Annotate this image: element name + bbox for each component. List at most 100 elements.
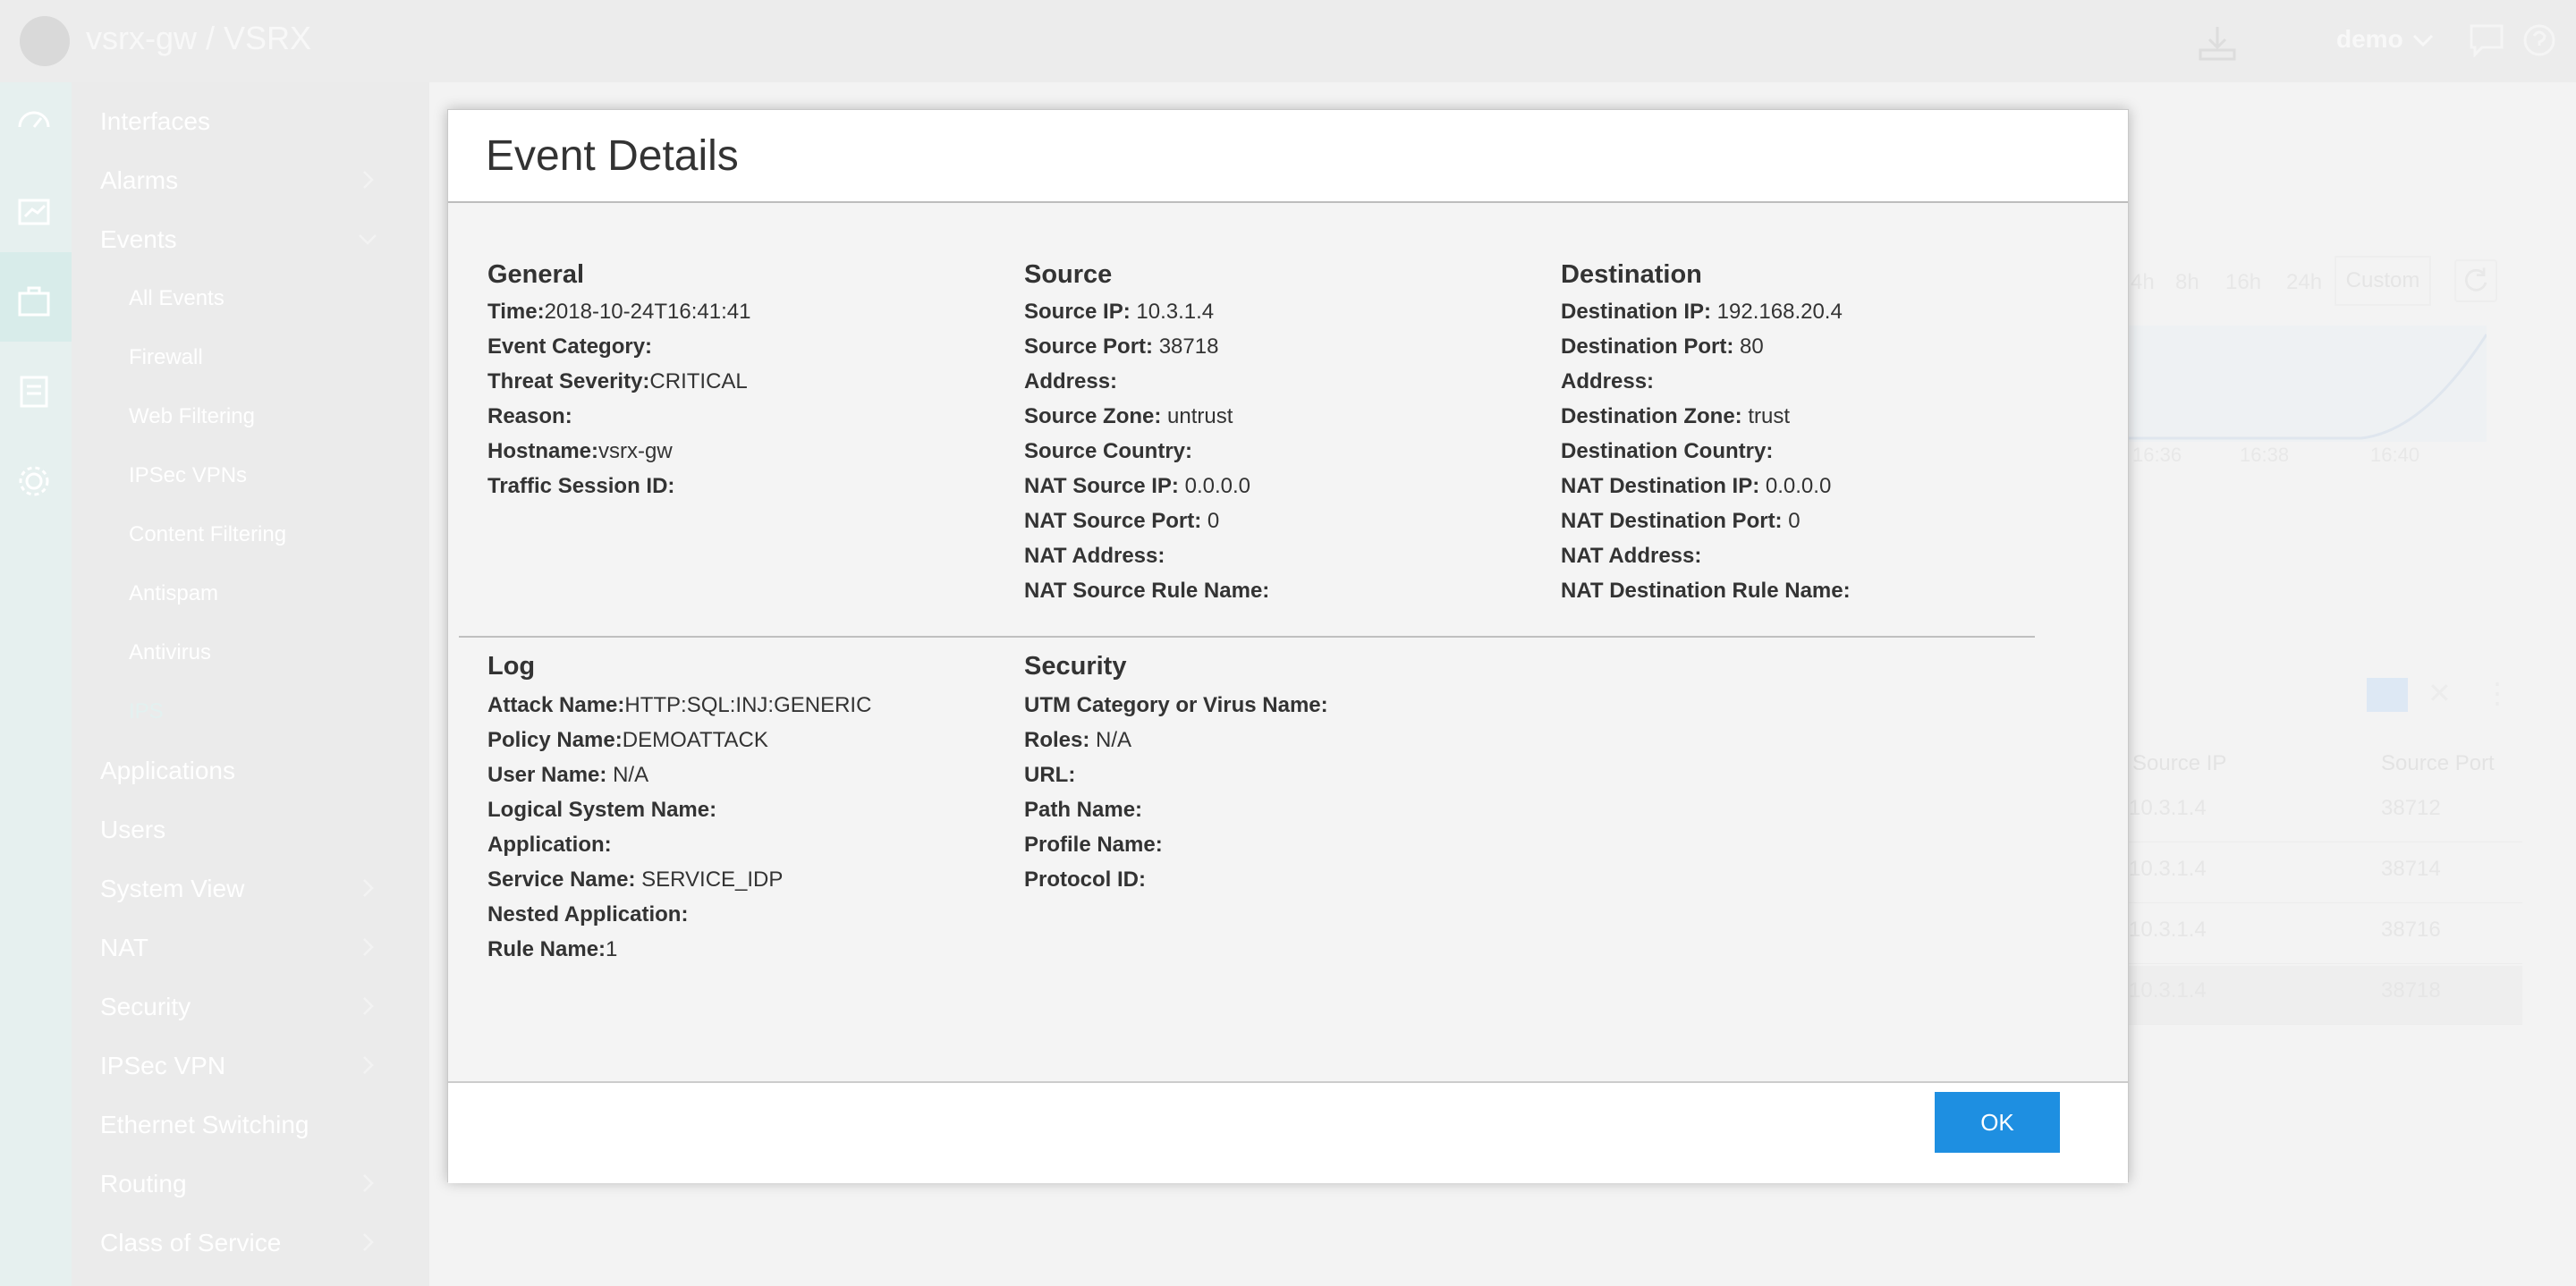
sidebar-item-alarms[interactable]: Alarms xyxy=(100,166,178,195)
sidebar-subitem-ipsec-vpns[interactable]: IPSec VPNs xyxy=(129,463,247,488)
field-hostname: Hostname:vsrx-gw xyxy=(487,439,673,463)
field-rule-name: Rule Name:1 xyxy=(487,937,618,961)
section-divider xyxy=(459,636,2035,638)
cell-source-ip: 10.3.1.4 xyxy=(2129,978,2207,1003)
devices-icon[interactable] xyxy=(14,283,54,322)
table-row[interactable]: 10.3.1.4 38716 xyxy=(2129,905,2522,964)
sidebar-subitem-firewall[interactable]: Firewall xyxy=(129,345,203,370)
chart-x-tick: 16:36 xyxy=(2132,444,2182,466)
event-details-dialog: Event Details General Time:2018-10-24T16… xyxy=(447,109,2129,1183)
cell-source-port: 38714 xyxy=(2381,857,2441,881)
column-header-source-port[interactable]: Source Port xyxy=(2381,751,2495,776)
field-nat-destination-port: NAT Destination Port: 0 xyxy=(1561,509,1801,533)
field-destination-ip: Destination IP: 192.168.20.4 xyxy=(1561,300,1843,324)
cell-source-port: 38718 xyxy=(2381,978,2441,1003)
time-range-24h[interactable]: 24h xyxy=(2286,270,2322,295)
time-range-8h[interactable]: 8h xyxy=(2175,270,2199,295)
download-icon[interactable] xyxy=(2197,23,2238,63)
column-header-source-ip[interactable]: Source IP xyxy=(2132,751,2226,776)
chevron-right-icon xyxy=(363,938,374,956)
chat-icon[interactable] xyxy=(2469,23,2504,57)
chevron-right-icon xyxy=(363,171,374,189)
section-title-log: Log xyxy=(487,652,536,681)
field-nat-source-port: NAT Source Port: 0 xyxy=(1024,509,1220,533)
sidebar-item-users[interactable]: Users xyxy=(100,816,165,844)
time-range-4h[interactable]: 4h xyxy=(2131,270,2155,295)
field-logical-system-name: Logical System Name: xyxy=(487,798,717,822)
cell-source-port: 38716 xyxy=(2381,918,2441,942)
field-policy-name: Policy Name:DEMOATTACK xyxy=(487,728,768,752)
section-title-security: Security xyxy=(1024,652,1127,681)
table-row[interactable]: 10.3.1.4 38718 xyxy=(2129,966,2522,1025)
custom-range-button[interactable]: Custom xyxy=(2334,256,2431,306)
field-nat-source-address: NAT Address: xyxy=(1024,544,1165,568)
field-destination-port: Destination Port: 80 xyxy=(1561,334,1764,359)
reports-icon[interactable] xyxy=(14,372,54,411)
sidebar-item-nat[interactable]: NAT xyxy=(100,934,148,962)
dialog-title: Event Details xyxy=(486,132,739,180)
sidebar-subitem-antispam[interactable]: Antispam xyxy=(129,581,218,606)
field-source-port: Source Port: 38718 xyxy=(1024,334,1219,359)
events-sparkline xyxy=(2129,326,2487,442)
field-protocol-id: Protocol ID: xyxy=(1024,867,1146,892)
section-title-source: Source xyxy=(1024,260,1113,289)
close-icon[interactable]: ✕ xyxy=(2428,676,2452,710)
sidebar-item-events[interactable]: Events xyxy=(100,225,177,254)
field-nested-application: Nested Application: xyxy=(487,902,689,926)
gear-icon[interactable] xyxy=(14,461,54,501)
chevron-down-icon[interactable] xyxy=(2410,27,2436,54)
field-nat-destination-rule-name: NAT Destination Rule Name: xyxy=(1561,579,1851,603)
sidebar-subitem-all-events[interactable]: All Events xyxy=(129,286,225,311)
chart-x-tick: 16:40 xyxy=(2370,444,2420,466)
sidebar-subitem-web-filtering[interactable]: Web Filtering xyxy=(129,404,255,429)
field-time: Time:2018-10-24T16:41:41 xyxy=(487,300,751,324)
chevron-right-icon xyxy=(363,1174,374,1192)
sidebar-item-class-of-service[interactable]: Class of Service xyxy=(100,1229,281,1257)
field-roles: Roles: N/A xyxy=(1024,728,1132,752)
cell-source-ip: 10.3.1.4 xyxy=(2129,796,2207,820)
sidebar-subitem-ips[interactable]: IPS xyxy=(129,699,164,724)
user-menu[interactable]: demo xyxy=(2336,25,2403,54)
device-title: vsrx-gw / VSRX xyxy=(86,20,312,56)
field-path-name: Path Name: xyxy=(1024,798,1143,822)
more-options-icon[interactable]: ⋮ xyxy=(2483,676,2512,710)
time-range-16h[interactable]: 16h xyxy=(2225,270,2261,295)
sidebar-subitem-antivirus[interactable]: Antivirus xyxy=(129,640,211,665)
field-nat-destination-ip: NAT Destination IP: 0.0.0.0 xyxy=(1561,474,1832,498)
sidebar-item-interfaces[interactable]: Interfaces xyxy=(100,107,210,136)
field-attack-name: Attack Name:HTTP:SQL:INJ:GENERIC xyxy=(487,693,872,717)
top-bar: vsrx-gw / VSRX demo xyxy=(0,0,2576,82)
sidebar-item-system-view[interactable]: System View xyxy=(100,875,244,903)
sidebar-item-ipsec-vpn[interactable]: IPSec VPN xyxy=(100,1052,225,1080)
field-utm-category: UTM Category or Virus Name: xyxy=(1024,693,1328,717)
chevron-right-icon xyxy=(363,997,374,1015)
field-nat-source-ip: NAT Source IP: 0.0.0.0 xyxy=(1024,474,1250,498)
table-row[interactable]: 10.3.1.4 38714 xyxy=(2129,844,2522,903)
field-service-name: Service Name: SERVICE_IDP xyxy=(487,867,784,892)
sidebar-item-ethernet-switching[interactable]: Ethernet Switching xyxy=(100,1111,309,1139)
table-filter-button[interactable] xyxy=(2367,678,2408,712)
sidebar-item-applications[interactable]: Applications xyxy=(100,757,235,785)
table-row[interactable]: 10.3.1.4 38712 xyxy=(2129,783,2522,842)
ok-button[interactable]: OK xyxy=(1935,1092,2060,1153)
field-application: Application: xyxy=(487,833,612,857)
cell-source-port: 38712 xyxy=(2381,796,2441,820)
field-traffic-session-id: Traffic Session ID: xyxy=(487,474,675,498)
field-source-address: Address: xyxy=(1024,369,1118,393)
chevron-down-icon xyxy=(359,234,377,245)
field-destination-address: Address: xyxy=(1561,369,1655,393)
sidebar-item-routing[interactable]: Routing xyxy=(100,1170,187,1198)
chevron-right-icon xyxy=(363,879,374,897)
dashboard-icon[interactable] xyxy=(14,100,54,140)
refresh-icon[interactable] xyxy=(2454,259,2497,302)
field-nat-source-rule-name: NAT Source Rule Name: xyxy=(1024,579,1270,603)
field-reason: Reason: xyxy=(487,404,572,428)
section-title-destination: Destination xyxy=(1561,260,1702,289)
help-icon[interactable] xyxy=(2522,23,2556,57)
field-destination-country: Destination Country: xyxy=(1561,439,1774,463)
sidebar-item-security[interactable]: Security xyxy=(100,993,191,1021)
monitor-icon[interactable] xyxy=(14,193,54,233)
dialog-footer: OK xyxy=(448,1081,2128,1183)
sidebar-subitem-content-filtering[interactable]: Content Filtering xyxy=(129,522,286,547)
field-source-ip: Source IP: 10.3.1.4 xyxy=(1024,300,1215,324)
